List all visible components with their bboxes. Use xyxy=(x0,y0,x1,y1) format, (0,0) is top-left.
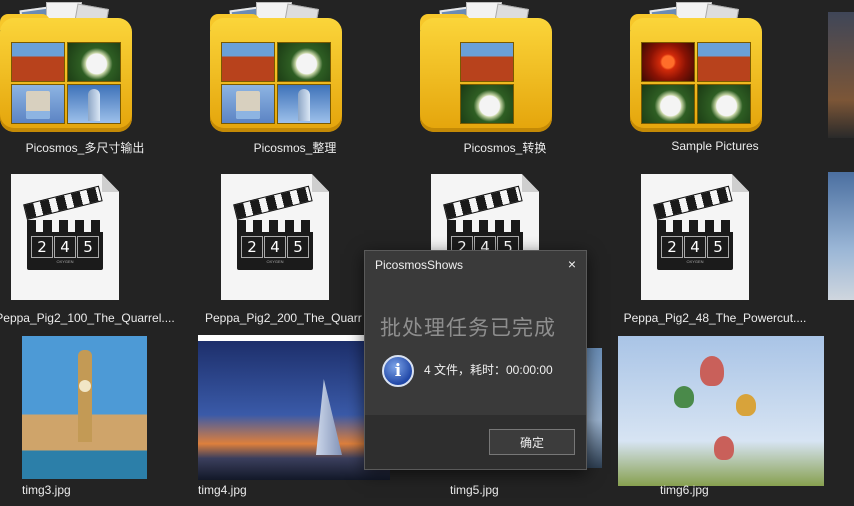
image-thumbnail[interactable] xyxy=(618,336,824,486)
partial-image-thumbnail[interactable] xyxy=(828,12,854,138)
video-file-icon: 245 OXYGEN xyxy=(11,174,119,300)
folder-icon xyxy=(0,0,132,132)
video-file-icon: 245 OXYGEN xyxy=(221,174,329,300)
video-file-label: Peppa_Pig2_100_The_Quarrel.... xyxy=(0,311,175,325)
video-file-icon: 245 OXYGEN xyxy=(641,174,749,300)
image-thumbnail[interactable] xyxy=(22,336,147,479)
dialog-message: 4 文件，耗时：00:00:00 xyxy=(424,363,553,377)
image-label: timg3.jpg xyxy=(22,483,71,497)
folder-icon xyxy=(630,0,762,132)
folder-label: Sample Pictures xyxy=(671,139,759,153)
folder-label: Picosmos_多尺寸输出 xyxy=(25,141,145,155)
info-icon: i xyxy=(382,355,414,387)
dialog-footer: 确定 xyxy=(365,415,586,469)
ok-button[interactable]: 确定 xyxy=(489,429,575,455)
folder-icon xyxy=(420,0,552,132)
folder-label: Picosmos_转换 xyxy=(463,141,547,155)
dialog-title: PicosmosShows xyxy=(375,258,464,272)
image-thumbnail[interactable] xyxy=(198,335,390,480)
close-icon[interactable]: × xyxy=(568,256,576,272)
image-label: timg6.jpg xyxy=(660,483,709,497)
video-file-label: Peppa_Pig2_48_The_Powercut.... xyxy=(623,311,807,325)
image-label: timg4.jpg xyxy=(198,483,247,497)
folder-icon xyxy=(210,0,342,132)
folder-label: Picosmos_整理 xyxy=(253,141,337,155)
image-label: timg5.jpg xyxy=(450,483,499,497)
partial-image-thumbnail[interactable] xyxy=(828,172,854,300)
completion-dialog: PicosmosShows × 批处理任务已完成 i 4 文件，耗时：00:00… xyxy=(364,250,587,470)
dialog-heading: 批处理任务已完成 xyxy=(380,316,556,340)
